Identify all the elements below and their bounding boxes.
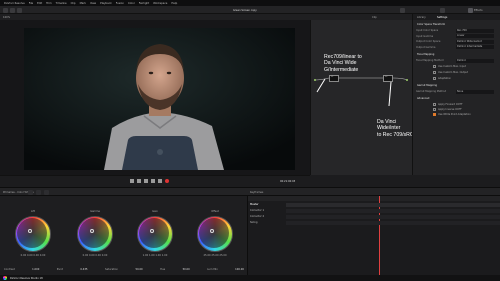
- menu-item[interactable]: Help: [171, 2, 177, 5]
- effects-label[interactable]: Effects: [474, 9, 483, 12]
- gallery-icon[interactable]: [10, 7, 15, 13]
- forward-icon[interactable]: [158, 179, 162, 183]
- video-frame: [24, 28, 295, 170]
- advanced-title: Advanced: [417, 97, 430, 100]
- menu-item[interactable]: Edit: [37, 2, 42, 5]
- tone-mapping-title: Tone Mapping: [417, 53, 435, 56]
- annotation-input-transform: Rec709/linear to Da Vinci Wide G/Interme…: [324, 54, 362, 73]
- input-color-space-row[interactable]: Input Color Space Rec.709: [416, 28, 498, 33]
- rewind-icon[interactable]: [130, 179, 134, 183]
- node-01[interactable]: 01: [329, 75, 339, 82]
- input-gamma-row[interactable]: Input Gamma Linear: [416, 34, 498, 39]
- resolve-logo-icon: [3, 276, 7, 280]
- color-wheels-panel: Lift 0.00 0.00 0.00 0.00 Gamma 0.00 0.00…: [0, 196, 247, 275]
- tab-settings[interactable]: Settings: [437, 16, 447, 19]
- menu-item[interactable]: File: [29, 2, 33, 5]
- keyframe-track[interactable]: [286, 221, 500, 225]
- clips-icon[interactable]: [400, 7, 405, 13]
- video-image: [24, 28, 295, 170]
- node-editor[interactable]: 01 02 Rec709/linear to Da Vinci Wide G/I…: [310, 20, 417, 175]
- keyframe-row-label: Sizing: [250, 221, 258, 224]
- gamut-mapping-title: Gamut Mapping: [417, 84, 437, 87]
- keyframes-title: Keyframes: [250, 191, 264, 194]
- keyframe-row-label: Corrector 1: [250, 209, 265, 212]
- menu-item[interactable]: DaVinci Resolve: [4, 2, 25, 5]
- menu-item[interactable]: View: [90, 2, 96, 5]
- gamma-wheel[interactable]: Gamma 0.00 0.00 0.00 0.00: [77, 210, 113, 257]
- menu-item[interactable]: Playback: [100, 2, 112, 5]
- playhead[interactable]: [379, 196, 380, 275]
- keyframe-track[interactable]: [286, 209, 500, 213]
- play-reverse-icon[interactable]: [137, 179, 141, 183]
- output-gamma-row[interactable]: Output Gamma DaVinci Intermediate: [416, 45, 498, 50]
- qualifier-icon[interactable]: [44, 190, 49, 195]
- top-toolbar: Green Screen copy Effects: [0, 6, 500, 14]
- keyframe-track[interactable]: [286, 215, 500, 219]
- menu-item[interactable]: Workspace: [153, 2, 167, 5]
- lift-wheel[interactable]: Lift 0.00 0.00 0.00 0.00: [15, 210, 51, 257]
- keyframe-row-label: Master: [250, 203, 259, 206]
- custom-max-output-check[interactable]: Use Custom Max. Output: [433, 70, 468, 75]
- adaptation-check[interactable]: Adaptation: [433, 76, 451, 81]
- status-bar: DaVinci Resolve Studio 18: [0, 275, 500, 281]
- menu-item[interactable]: Timeline: [56, 2, 67, 5]
- inspector-panel: Library Settings Color Space Transform I…: [412, 14, 500, 175]
- stop-icon[interactable]: [144, 179, 148, 183]
- transport-bar: 00:21:00:03: [0, 175, 310, 187]
- project-title: Green Screen copy: [233, 8, 257, 12]
- app-name: DaVinci Resolve Studio 18: [10, 276, 43, 280]
- menu-item[interactable]: Trim: [46, 2, 52, 5]
- lut-icon[interactable]: [17, 7, 22, 13]
- keyframe-row-label: Corrector 2: [250, 215, 265, 218]
- offset-wheel[interactable]: Offset 25.00 25.00 25.00: [197, 210, 233, 257]
- timecode: 00:21:00:03: [280, 180, 296, 183]
- wheel-footer: Contrast 1.000 Pivot 0.435 Saturation 50…: [4, 268, 244, 271]
- node-02[interactable]: 02: [383, 75, 393, 82]
- white-point-check[interactable]: Use White Point Adaptation: [433, 112, 471, 117]
- menu-item[interactable]: Color: [128, 2, 135, 5]
- tab-library[interactable]: Library: [417, 16, 426, 19]
- gain-wheel[interactable]: Gain 1.00 1.00 1.00 1.00: [137, 210, 173, 257]
- lightbox-icon[interactable]: [440, 7, 445, 13]
- gamut-mapping-row[interactable]: Gamut Mapping Method None: [416, 89, 498, 94]
- media-pool-icon[interactable]: [3, 7, 8, 13]
- curves-icon[interactable]: [36, 190, 41, 195]
- menu-item[interactable]: Fairlight: [139, 2, 149, 5]
- loop-icon[interactable]: [165, 179, 169, 183]
- menu-item[interactable]: Mark: [80, 2, 86, 5]
- playback-controls: [130, 179, 180, 184]
- keyframes-panel: Master Corrector 1 Corrector 2 Sizing: [247, 196, 500, 275]
- play-icon[interactable]: [151, 179, 155, 183]
- zoom-label[interactable]: 100%: [3, 16, 10, 19]
- tone-mapping-row[interactable]: Tone Mapping Method DaVinci: [416, 58, 498, 63]
- keyframes-ruler[interactable]: [248, 196, 500, 275]
- menu-item[interactable]: Clip: [71, 2, 76, 5]
- inspector-tabs: Library Settings: [413, 14, 500, 20]
- effects-button[interactable]: [468, 7, 473, 13]
- menu-item[interactable]: Fusion: [116, 2, 124, 5]
- custom-max-input-check[interactable]: Use Custom Max. Input: [433, 64, 466, 69]
- keyframe-track[interactable]: [286, 203, 500, 207]
- wheel-mode-icon[interactable]: [28, 190, 33, 195]
- node-connections: [314, 77, 408, 107]
- panel-header: Primaries - Color Wheels Keyframes: [0, 187, 500, 196]
- output-color-space-row[interactable]: Output Color Space DaVinci Wide Gamut: [416, 39, 498, 44]
- section-title: Color Space Transform: [417, 23, 446, 26]
- node-clip-label[interactable]: Clip: [372, 16, 377, 19]
